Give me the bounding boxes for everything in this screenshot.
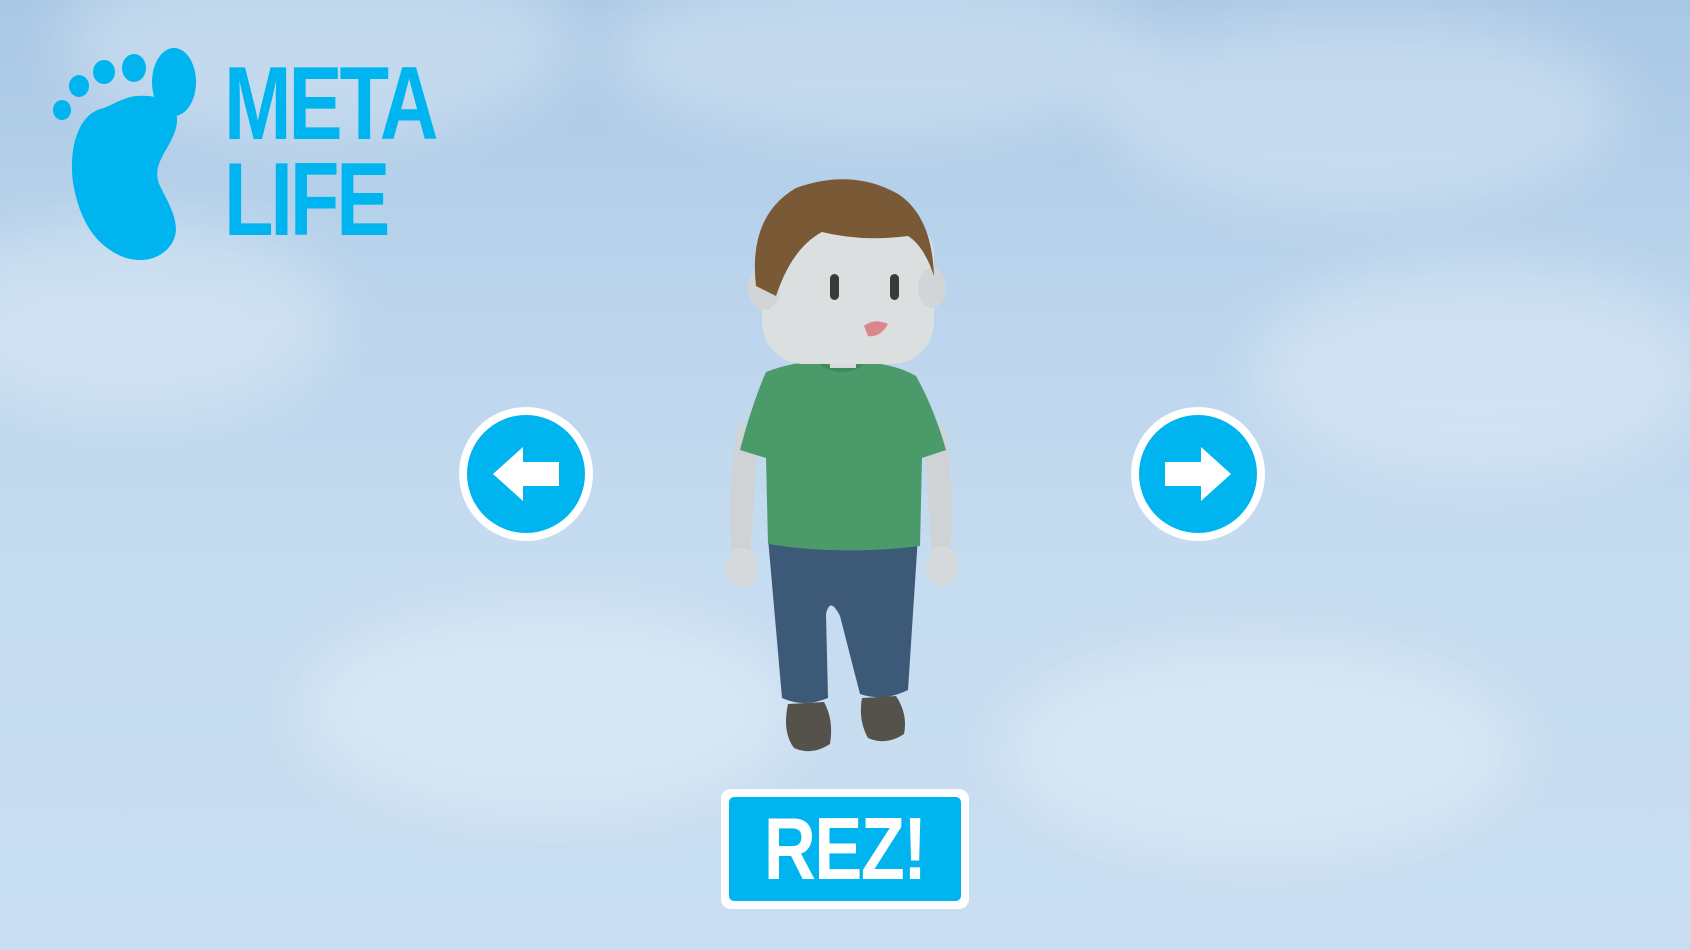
previous-character-button[interactable]: [459, 407, 593, 541]
character-avatar: [726, 179, 958, 752]
rez-confirm-button[interactable]: REZ!: [721, 789, 969, 909]
arrow-right-icon: [1165, 447, 1231, 501]
next-character-button[interactable]: [1131, 407, 1265, 541]
meta-life-logo: META LIFE: [52, 38, 462, 274]
footprint-icon: [53, 48, 196, 261]
logo-line-2: LIFE: [224, 142, 390, 258]
logo-line-1: META: [224, 46, 438, 162]
rez-button-label: REZ!: [764, 799, 927, 898]
arrow-left-icon: [493, 447, 559, 501]
